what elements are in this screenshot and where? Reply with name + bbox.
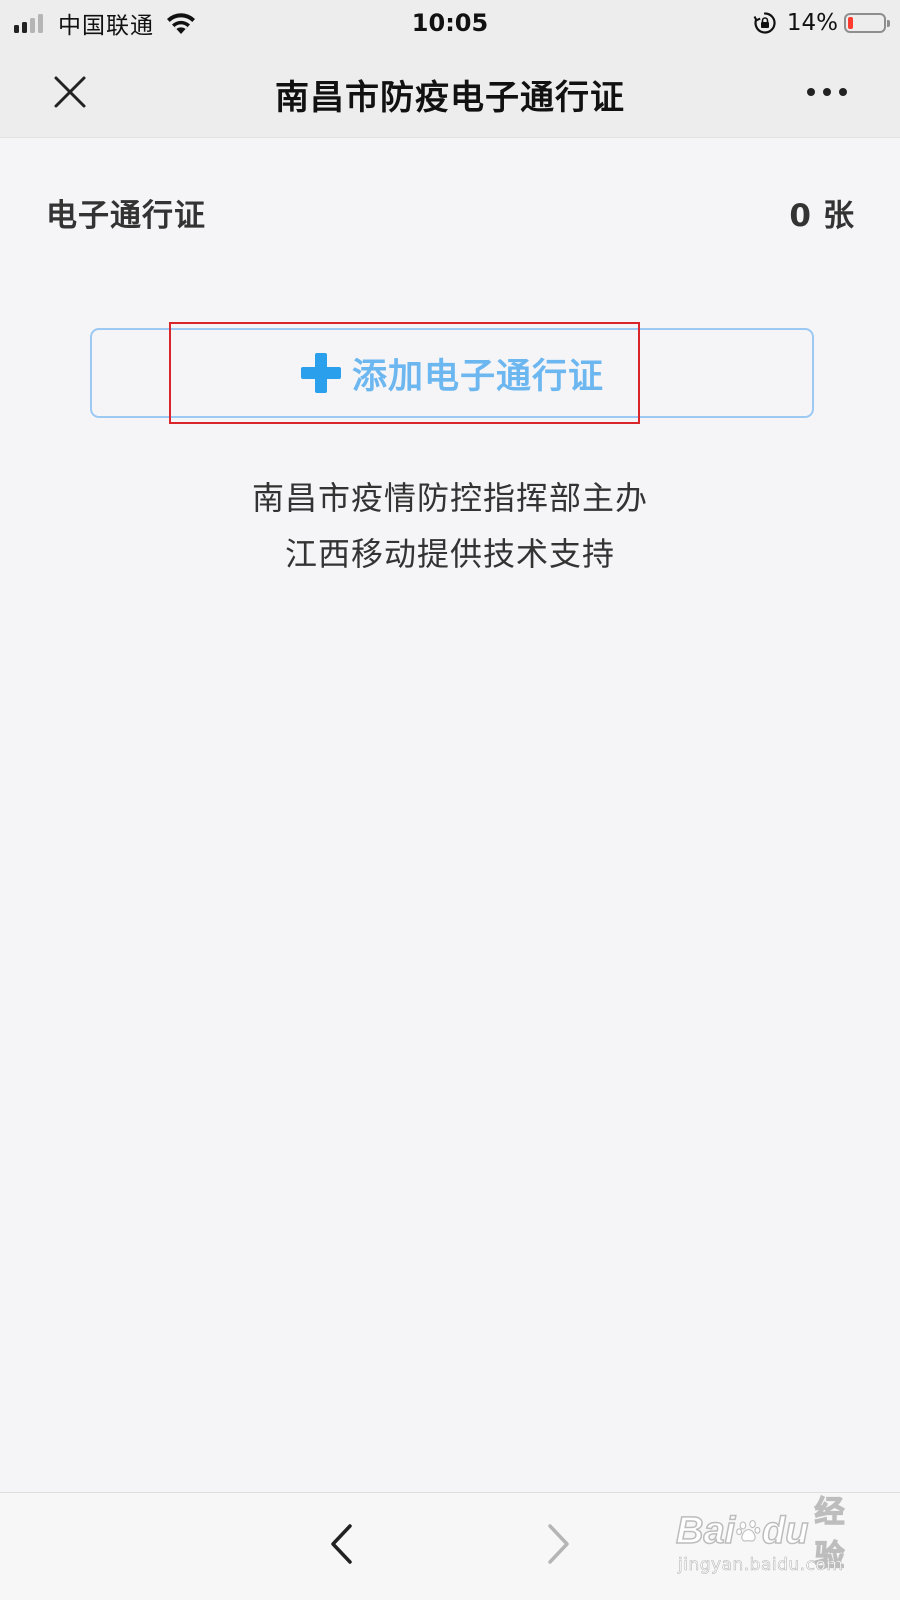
back-button[interactable] — [316, 1513, 366, 1575]
add-pass-label: 添加电子通行证 — [351, 356, 604, 397]
watermark-product: 经验 — [814, 1494, 845, 1574]
rotation-lock-icon — [753, 12, 776, 34]
status-right: 14% — [753, 8, 890, 38]
watermark-brand-part2: du — [761, 1509, 809, 1553]
forward-button[interactable] — [534, 1513, 584, 1575]
nav-bar: 南昌市防疫电子通行证 — [0, 46, 900, 138]
back-icon — [331, 1524, 352, 1564]
tech-support-line: 江西移动提供技术支持 — [284, 535, 615, 573]
add-pass-button[interactable]: 添加电子通行证 — [90, 328, 814, 418]
status-bar: 中国联通 10:05 14% — [0, 0, 900, 46]
pass-count-number: 0 — [789, 198, 811, 234]
add-pass-button-content: 添加电子通行证 — [92, 330, 812, 416]
battery-percent: 14% — [786, 10, 838, 36]
more-button[interactable] — [794, 66, 860, 118]
screen: 中国联通 10:05 14% 南昌市防疫电子通行证 电子通行证 0 张 添加电子… — [0, 0, 900, 1600]
pass-count-value: 0张 — [789, 190, 854, 235]
watermark-brand-part1: Bai — [675, 1509, 736, 1553]
close-button[interactable] — [40, 66, 100, 118]
paw-icon — [736, 1520, 761, 1542]
page-title: 南昌市防疫电子通行证 — [275, 78, 625, 118]
pass-count-label: 电子通行证 — [46, 198, 206, 234]
baidu-jingyan-watermark: Bai du 经验 jingyan.baidu.com — [675, 1494, 856, 1583]
close-icon — [54, 76, 86, 108]
organizer-credit: 南昌市疫情防控指挥部主办 江西移动提供技术支持 — [0, 470, 900, 582]
pass-count-unit: 张 — [823, 198, 854, 234]
pass-count-row: 电子通行证 0张 — [46, 190, 854, 234]
watermark-url: jingyan.baidu.com — [678, 1555, 844, 1576]
bottom-toolbar: Bai du 经验 jingyan.baidu.com — [0, 1492, 900, 1600]
plus-icon — [300, 353, 341, 393]
organizer-line: 南昌市疫情防控指挥部主办 — [251, 479, 648, 517]
watermark-logo: Bai du 经验 — [675, 1494, 856, 1574]
battery-fill — [848, 17, 853, 29]
more-icon — [807, 88, 847, 96]
battery-icon — [844, 13, 890, 33]
forward-icon — [548, 1524, 569, 1564]
